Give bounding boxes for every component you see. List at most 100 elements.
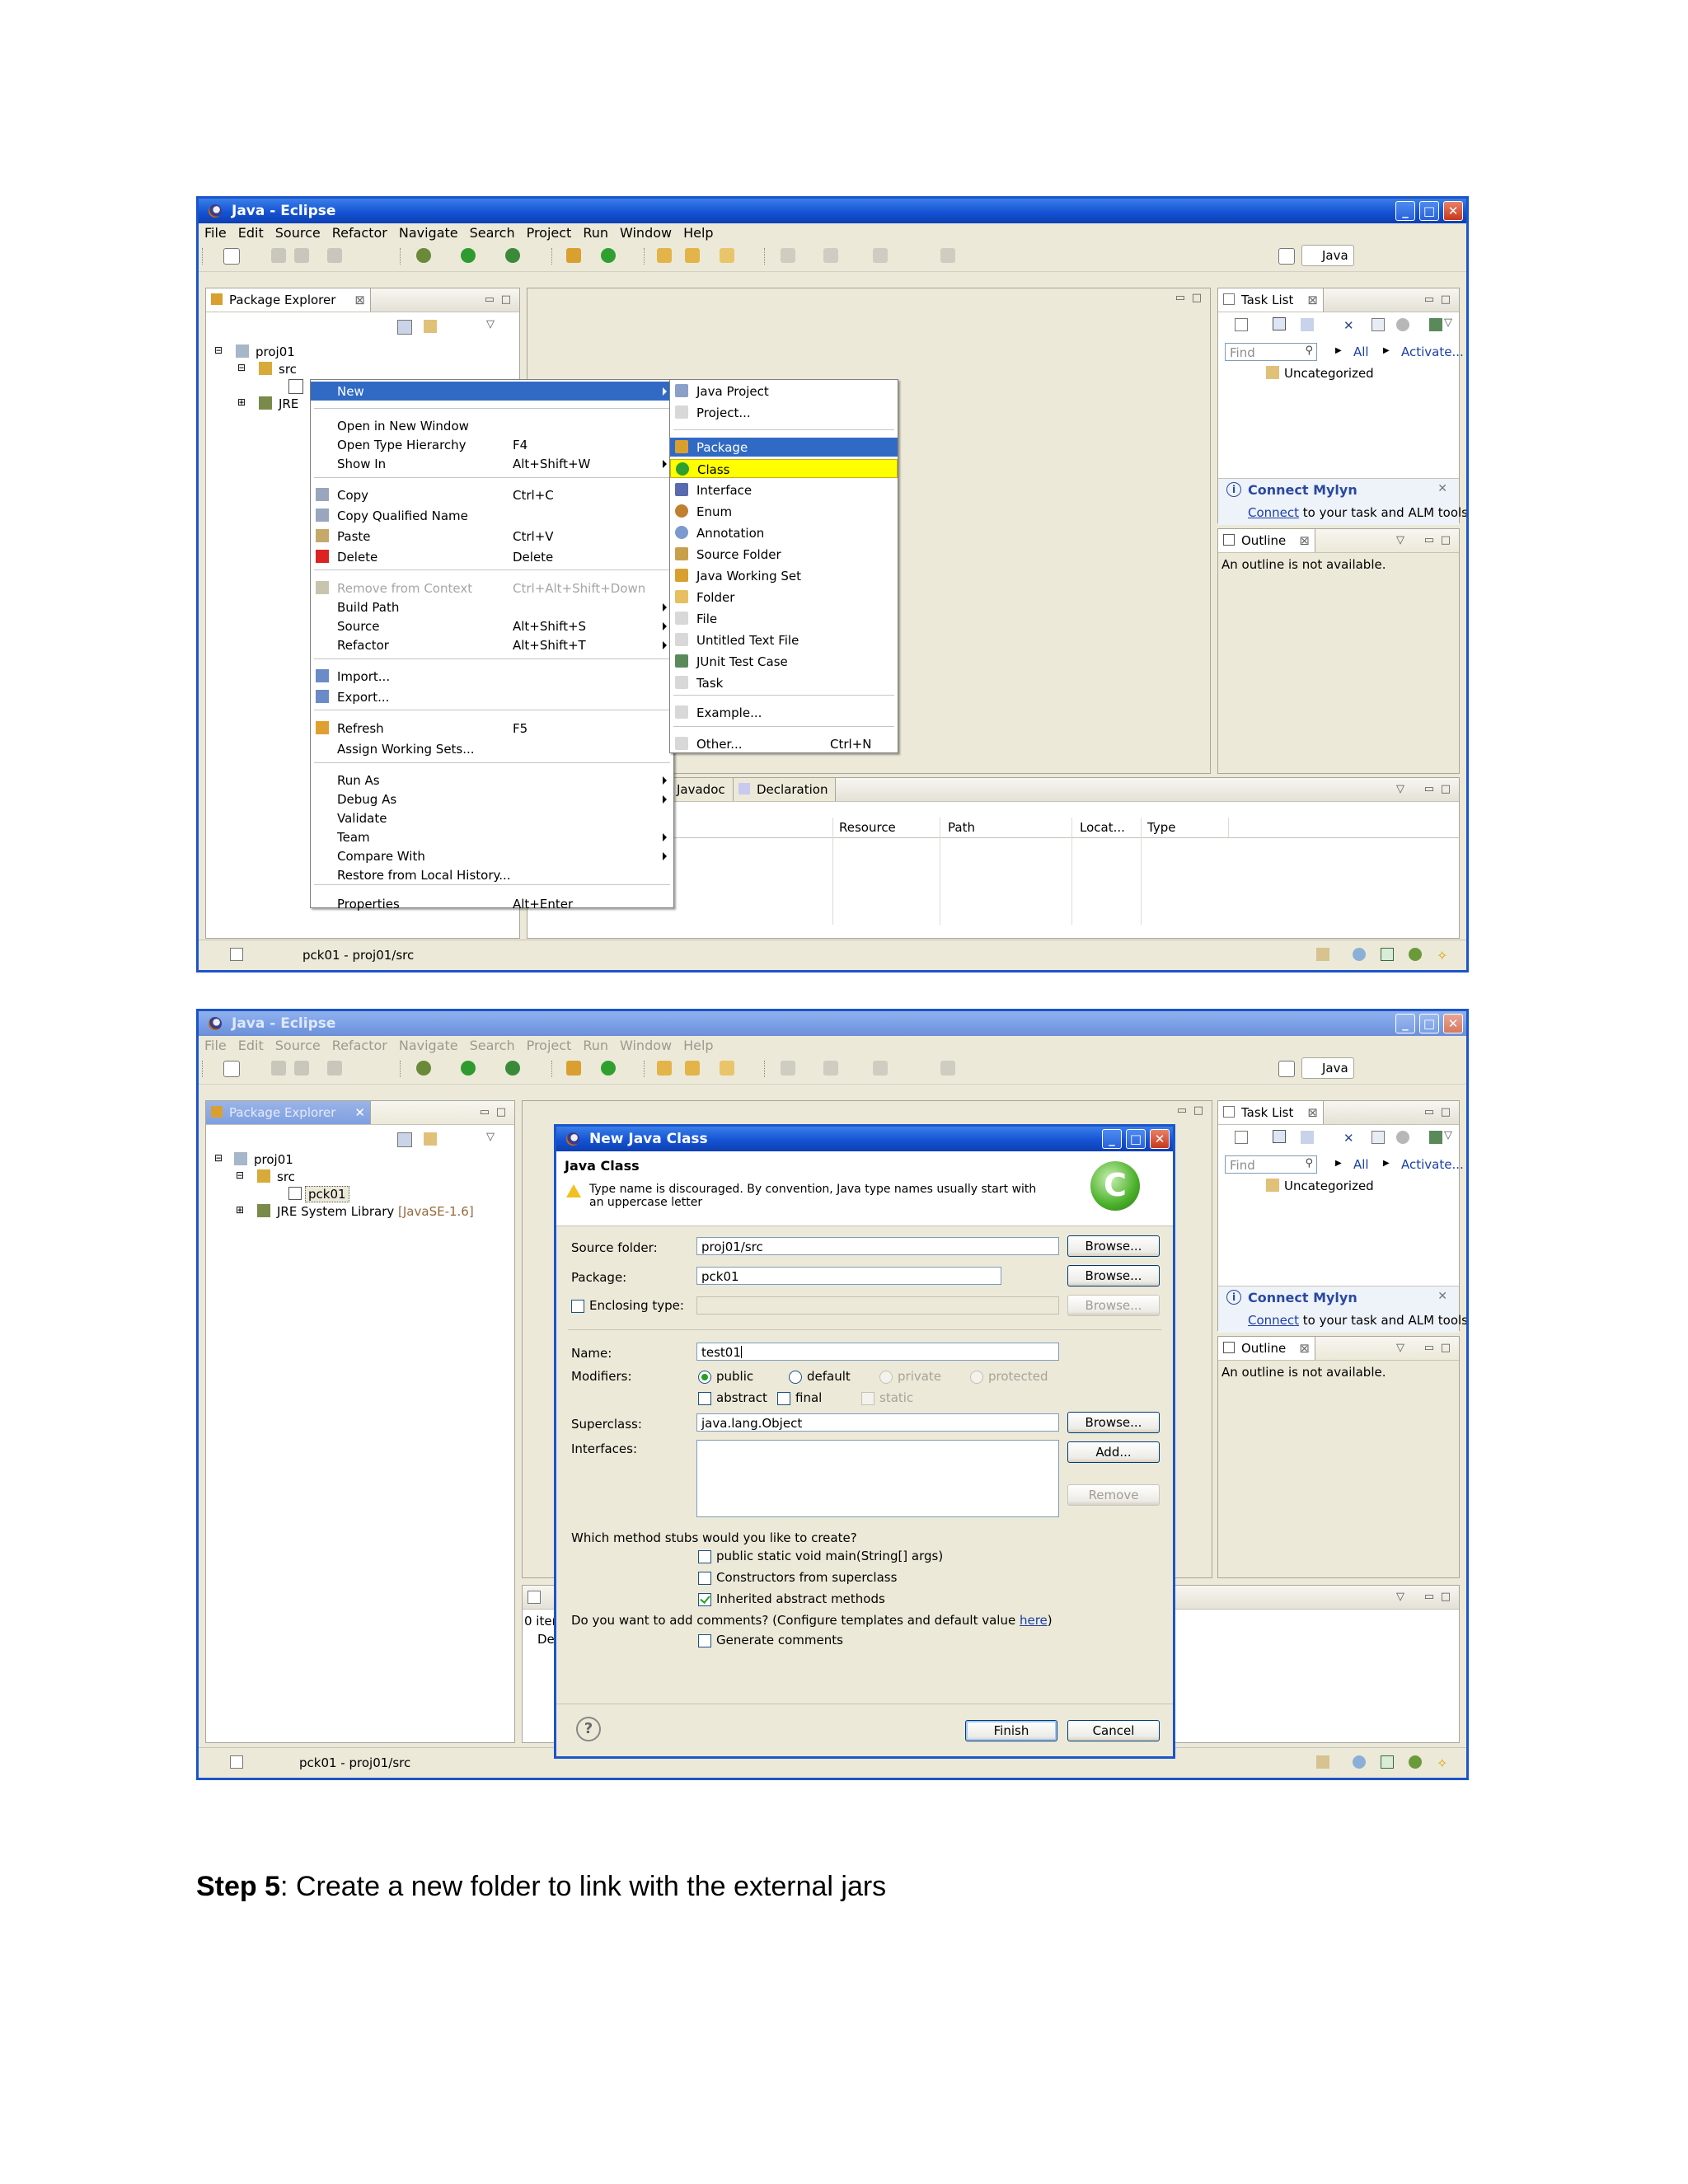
connect-link[interactable]: Connect	[1248, 1313, 1299, 1328]
menu-navigate[interactable]: Navigate	[393, 1036, 464, 1053]
cancel-button[interactable]: Cancel	[1067, 1720, 1160, 1741]
collapse-all-icon[interactable]	[397, 320, 412, 335]
interfaces-list[interactable]	[696, 1440, 1059, 1517]
context-menu-item-validate[interactable]: Validate	[311, 808, 673, 827]
task-find-input[interactable]: Find ⚲	[1225, 1155, 1317, 1174]
minimize-editor-icon[interactable]: ▭	[1175, 292, 1185, 304]
context-menu-item-assign-working-sets[interactable]: Assign Working Sets...	[311, 739, 673, 758]
new-submenu-item-annotation[interactable]: Annotation	[670, 523, 898, 542]
minimize-button[interactable]: _	[1395, 201, 1415, 221]
categorized-icon[interactable]	[1273, 317, 1286, 330]
scheduled-icon[interactable]	[1301, 1131, 1314, 1144]
column-resource[interactable]: Resource	[839, 820, 896, 835]
status-mail-icon[interactable]	[1381, 948, 1394, 961]
close-tab-icon[interactable]: ✕	[354, 1105, 365, 1120]
open-perspective-icon[interactable]	[1278, 248, 1295, 265]
minimize-view-icon[interactable]: ▭	[1424, 1591, 1434, 1603]
maximize-button[interactable]: □	[1419, 1014, 1439, 1033]
close-tab-icon[interactable]: ⊠	[1299, 1341, 1310, 1356]
help-icon[interactable]: ?	[576, 1717, 601, 1741]
browse-source-folder-button[interactable]: Browse...	[1067, 1235, 1160, 1257]
status-star-icon[interactable]: ✧	[1437, 948, 1450, 963]
menu-run[interactable]: Run	[577, 223, 614, 241]
link-editor-icon[interactable]	[424, 1132, 437, 1146]
browse-enclosing-type-button[interactable]: Browse...	[1067, 1295, 1160, 1316]
new-package-icon[interactable]	[566, 248, 581, 263]
maximize-view-icon[interactable]: □	[501, 293, 511, 306]
collapse-toggle-icon[interactable]: ⊟	[214, 1152, 223, 1164]
next-annotation-icon[interactable]	[781, 248, 795, 263]
superclass-input[interactable]: java.lang.Object	[696, 1413, 1059, 1432]
java-perspective-button[interactable]: Java	[1301, 245, 1354, 266]
menu-edit[interactable]: Edit	[232, 1036, 270, 1053]
new-class-icon[interactable]	[601, 1061, 616, 1076]
protected-radio[interactable]	[970, 1371, 983, 1384]
new-submenu-item-task[interactable]: Task	[670, 673, 898, 692]
activate-link[interactable]: Activate...	[1401, 344, 1464, 359]
tree-package-selected[interactable]: pck01	[305, 1186, 349, 1202]
status-people-icon[interactable]	[1409, 948, 1422, 961]
menu-project[interactable]: Project	[521, 1036, 578, 1053]
menu-help[interactable]: Help	[678, 223, 719, 241]
maximize-view-icon[interactable]: □	[1441, 534, 1451, 546]
menu-search[interactable]: Search	[464, 223, 521, 241]
expand-toggle-icon[interactable]: ⊞	[237, 396, 246, 408]
menu-project[interactable]: Project	[521, 223, 578, 241]
tree-project[interactable]: proj01	[254, 1152, 293, 1167]
collapse-toggle-icon[interactable]: ⊟	[236, 1169, 244, 1181]
prev-annotation-icon[interactable]	[823, 248, 838, 263]
new-submenu-item-folder[interactable]: Folder	[670, 588, 898, 607]
minimize-view-icon[interactable]: ▭	[480, 1106, 490, 1118]
close-tab-icon[interactable]: ⊠	[1307, 1105, 1318, 1120]
default-radio[interactable]	[789, 1371, 802, 1384]
minimize-view-icon[interactable]: ▭	[485, 293, 495, 306]
finish-button[interactable]: Finish	[965, 1720, 1057, 1741]
close-tab-icon[interactable]: ⊠	[1299, 533, 1310, 548]
view-menu-icon[interactable]: ▽	[486, 1131, 499, 1144]
menu-search[interactable]: Search	[464, 1036, 521, 1053]
back-icon[interactable]	[873, 1061, 888, 1076]
uncategorized-item[interactable]: Uncategorized	[1284, 1179, 1374, 1193]
open-task-icon[interactable]	[685, 1061, 700, 1076]
tree-jre[interactable]: JRE	[279, 396, 298, 411]
tab-outline[interactable]: Outline ⊠	[1218, 529, 1315, 552]
maximize-button[interactable]: □	[1419, 201, 1439, 221]
menu-window[interactable]: Window	[614, 1036, 678, 1053]
open-type-icon[interactable]	[657, 1061, 672, 1076]
context-menu-item-export[interactable]: Export...	[311, 687, 673, 706]
context-menu-item-run-as[interactable]: Run As	[311, 771, 673, 790]
context-menu-item-source[interactable]: Source Alt+Shift+S	[311, 616, 673, 635]
search-icon[interactable]	[720, 1061, 734, 1076]
maximize-view-icon[interactable]: □	[496, 1106, 506, 1118]
configure-templates-link[interactable]: here	[1020, 1613, 1048, 1628]
maximize-button[interactable]: □	[1126, 1129, 1146, 1149]
constructors-checkbox[interactable]	[698, 1572, 711, 1585]
new-submenu-item-source-folder[interactable]: Source Folder	[670, 545, 898, 564]
search-icon[interactable]	[720, 248, 734, 263]
new-submenu-item-package[interactable]: Package	[670, 438, 898, 457]
close-button[interactable]: ✕	[1443, 201, 1463, 221]
view-menu-icon[interactable]: ▽	[486, 318, 499, 331]
maximize-view-icon[interactable]: □	[1441, 1591, 1451, 1603]
context-menu-item-open-in-new-window[interactable]: Open in New Window	[311, 416, 673, 435]
debug-icon[interactable]	[416, 248, 431, 263]
save-all-icon[interactable]	[294, 1061, 309, 1076]
close-tab-icon[interactable]: ⊠	[1307, 293, 1318, 307]
context-menu-item-remove-from-context[interactable]: Remove from Context Ctrl+Alt+Shift+Down	[311, 579, 673, 598]
context-menu-item-import[interactable]: Import...	[311, 667, 673, 686]
fast-view-icon[interactable]	[230, 1755, 243, 1769]
print-icon[interactable]	[327, 248, 342, 263]
add-interface-button[interactable]: Add...	[1067, 1441, 1160, 1463]
minimize-view-icon[interactable]: ▭	[1424, 783, 1434, 795]
new-task-icon[interactable]	[1235, 318, 1248, 331]
focus-icon[interactable]	[1396, 318, 1409, 331]
collapse-all-icon[interactable]	[397, 1132, 412, 1147]
view-menu-icon[interactable]: ▽	[1444, 1129, 1452, 1141]
context-menu-item-compare-with[interactable]: Compare With	[311, 846, 673, 865]
uncategorized-item[interactable]: Uncategorized	[1284, 366, 1374, 381]
collapse-toggle-icon[interactable]: ⊟	[214, 344, 223, 356]
java-perspective-button[interactable]: Java	[1301, 1057, 1354, 1079]
view-menu-icon[interactable]: ▽	[1396, 783, 1404, 795]
new-task-icon[interactable]	[1235, 1131, 1248, 1144]
scheduled-icon[interactable]	[1301, 318, 1314, 331]
